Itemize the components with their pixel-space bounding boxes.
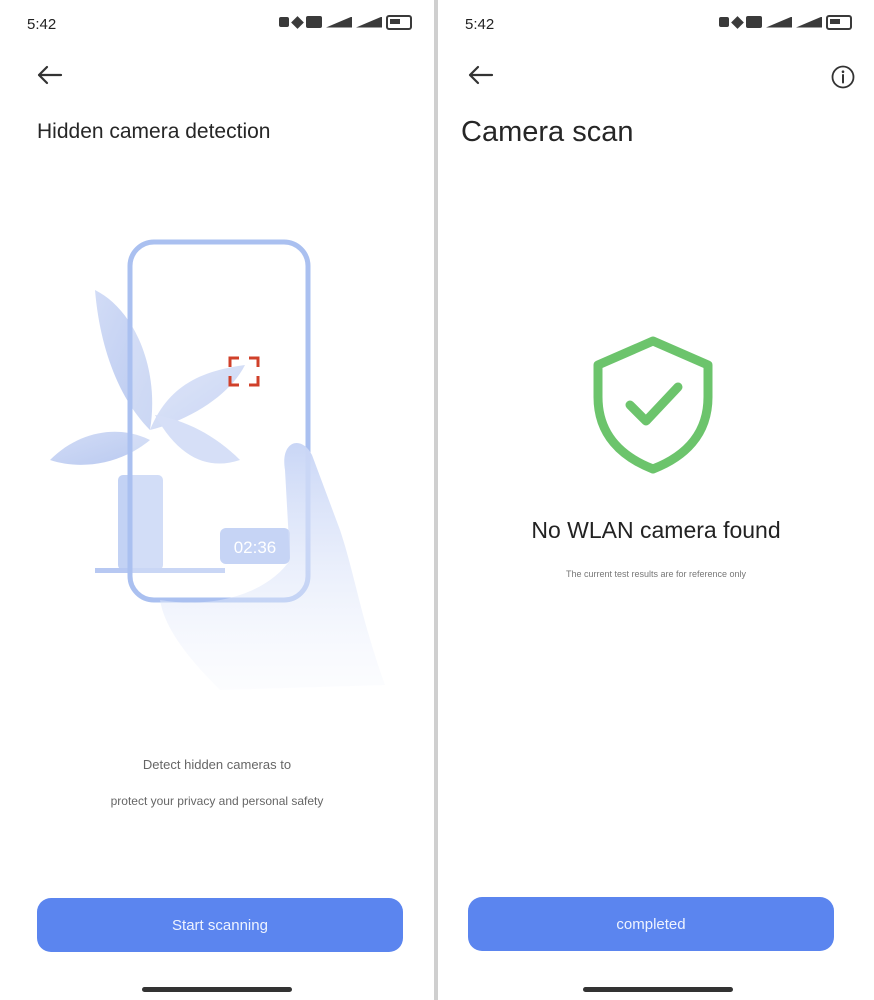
- phone-scan-illustration: 02:36: [50, 239, 385, 690]
- status-time: 5:42: [465, 16, 495, 33]
- status-icons: [279, 14, 412, 30]
- home-indicator[interactable]: [583, 987, 733, 992]
- battery-icon: [826, 14, 852, 30]
- start-scanning-button[interactable]: Start scanning: [37, 898, 403, 952]
- result-note: The current test results are for referen…: [565, 569, 747, 579]
- info-icon[interactable]: [830, 64, 856, 90]
- home-indicator[interactable]: [142, 987, 292, 992]
- result-title: No WLAN camera found: [531, 517, 781, 543]
- signal-icon: [796, 16, 822, 28]
- page-title: Hidden camera detection: [37, 120, 271, 143]
- signal-icon: [326, 16, 352, 28]
- vibrate-icon: [291, 15, 304, 29]
- completed-button[interactable]: completed: [468, 897, 834, 951]
- description-line-1: Detect hidden cameras to: [142, 757, 292, 772]
- hd-icon: [746, 16, 762, 28]
- scan-result-screen: 5:42 Camera scan No WLAN camera found Th…: [438, 0, 874, 1000]
- status-time: 5:42: [27, 16, 57, 33]
- signal-icon: [356, 16, 382, 28]
- description-line-2: protect your privacy and personal safety: [110, 794, 324, 808]
- page-title: Camera scan: [461, 116, 634, 148]
- back-arrow-icon[interactable]: [464, 58, 498, 92]
- status-bar: 5:42: [438, 0, 874, 52]
- back-arrow-icon[interactable]: [33, 58, 67, 92]
- hd-icon: [306, 16, 322, 28]
- status-icons: [719, 14, 852, 30]
- timer-text: 02:36: [234, 538, 277, 557]
- detection-screen: 5:42 Hidden camera detection 02:36 Detec…: [0, 0, 434, 1000]
- shield-check-icon: [593, 336, 713, 474]
- battery-icon: [386, 14, 412, 30]
- signal-icon: [766, 16, 792, 28]
- network-speed-icon: [719, 17, 729, 27]
- status-bar: 5:42: [0, 0, 434, 52]
- vibrate-icon: [731, 15, 744, 29]
- network-speed-icon: [279, 17, 289, 27]
